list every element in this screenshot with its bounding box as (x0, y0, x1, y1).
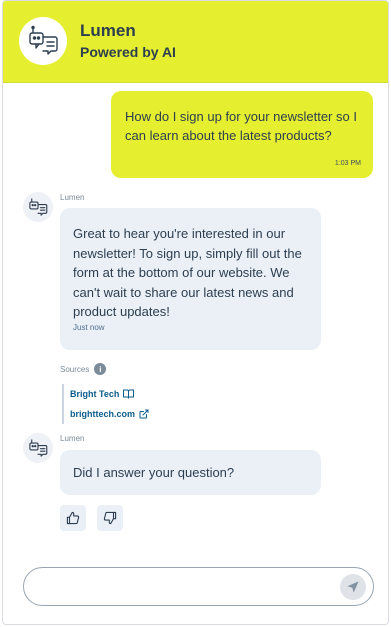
source-link-bright-tech[interactable]: Bright Tech (70, 384, 149, 404)
message-input[interactable] (38, 576, 328, 598)
info-icon[interactable]: i (94, 363, 107, 375)
user-message: How do I sign up for your newsletter so … (111, 91, 373, 178)
thumbs-up-icon (66, 511, 80, 525)
chat-widget: Lumen Powered by AI How do I sign up for… (2, 0, 389, 625)
sources-list: Bright Tech brighttech.com (62, 384, 149, 424)
bot-avatar (19, 17, 67, 65)
chat-header: Lumen Powered by AI (3, 1, 388, 83)
bot-sender-name: Lumen (60, 193, 85, 202)
robot-chat-icon (29, 439, 48, 457)
sources-label: Sources i (60, 363, 107, 375)
bot-message: Great to hear you're interested in our n… (60, 208, 321, 350)
user-message-time: 1:03 PM (334, 160, 361, 167)
bot-title: Lumen (80, 21, 136, 40)
robot-chat-icon (29, 198, 48, 216)
external-link-icon (139, 409, 149, 419)
bot-avatar-small (23, 192, 53, 222)
user-message-text: How do I sign up for your newsletter so … (125, 109, 357, 143)
send-button[interactable] (340, 574, 366, 600)
robot-chat-icon (29, 25, 58, 55)
bot-message-time: Just now (73, 322, 105, 332)
bot-avatar-small (23, 433, 53, 463)
source-link-label: Bright Tech (70, 389, 120, 399)
message-composer (23, 567, 374, 606)
thumbs-up-button[interactable] (60, 505, 86, 531)
thumbs-down-button[interactable] (97, 505, 123, 531)
source-link-label: brighttech.com (70, 409, 136, 419)
thumbs-down-icon (103, 511, 117, 525)
bot-message-text: Did I answer your question? (73, 465, 235, 480)
sources-label-text: Sources (60, 364, 90, 374)
bot-subtitle: Powered by AI (80, 44, 176, 60)
source-link-brighttech-com[interactable]: brighttech.com (70, 404, 149, 424)
book-icon (123, 389, 135, 399)
bot-message-text: Great to hear you're interested in our n… (73, 226, 302, 319)
bot-sender-name: Lumen (60, 434, 85, 443)
bot-message: Did I answer your question? (60, 450, 321, 495)
send-icon (347, 581, 359, 593)
